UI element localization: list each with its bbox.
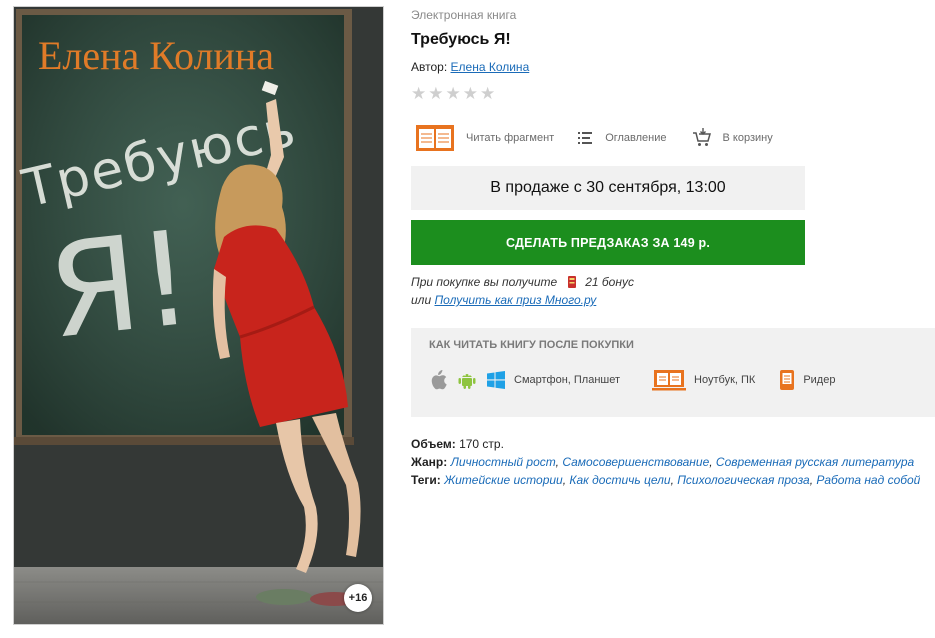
- genre-row: Жанр: Личностный рост, Самосовершенствов…: [411, 455, 915, 469]
- ereader-icon: [780, 370, 795, 390]
- cover-title-chalk-2: Я!: [41, 202, 199, 368]
- prize-or: или: [411, 293, 432, 307]
- tag-link[interactable]: Как достичь цели: [569, 473, 670, 487]
- open-book-icon: [416, 125, 454, 151]
- age-rating-badge: +16: [344, 584, 372, 612]
- genre-link[interactable]: Самосовершенствование: [562, 455, 709, 469]
- list-icon: [578, 132, 593, 144]
- star-icon[interactable]: ★: [480, 84, 495, 104]
- tag-link[interactable]: Работа над собой: [816, 473, 920, 487]
- author-link[interactable]: Елена Колина: [451, 60, 530, 74]
- device-laptop-label: Ноутбук, ПК: [694, 374, 756, 386]
- preorder-button[interactable]: СДЕЛАТЬ ПРЕДЗАКАЗ ЗА 149 р.: [411, 220, 805, 265]
- toc-button[interactable]: Оглавление: [578, 131, 667, 145]
- genre-label: Жанр:: [411, 455, 448, 469]
- page-title: Требуюсь Я!: [411, 31, 511, 48]
- how-to-read-panel: КАК ЧИТАТЬ КНИГУ ПОСЛЕ ПОКУПКИ Смартфон,…: [411, 328, 935, 417]
- device-laptop[interactable]: Ноутбук, ПК: [652, 369, 755, 391]
- book-meta: Объем: 170 стр. Жанр: Личностный рост, С…: [411, 435, 931, 489]
- bonus-amount: 21 бонус: [585, 275, 634, 289]
- tags-label: Теги:: [411, 473, 441, 487]
- tags-row: Теги: Житейские истории, Как достичь цел…: [411, 473, 921, 487]
- device-phone-label[interactable]: Смартфон, Планшет: [514, 374, 620, 386]
- star-icon[interactable]: ★: [428, 84, 443, 104]
- device-reader[interactable]: Ридер: [779, 369, 835, 391]
- genre-link[interactable]: Современная русская литература: [716, 455, 914, 469]
- add-to-cart-label: В корзину: [722, 132, 773, 144]
- apple-icon[interactable]: [429, 370, 447, 390]
- read-fragment-label: Читать фрагмент: [466, 132, 555, 144]
- volume-value: 170 стр.: [459, 437, 504, 451]
- book-cover[interactable]: Елена Колина Требуюсь Я! +16: [13, 6, 384, 625]
- windows-icon[interactable]: [487, 371, 505, 389]
- tag-link[interactable]: Житейские истории: [444, 473, 563, 487]
- how-to-read-title: КАК ЧИТАТЬ КНИГУ ПОСЛЕ ПОКУПКИ: [429, 339, 634, 351]
- star-icon[interactable]: ★: [411, 84, 426, 104]
- cover-author-text: Елена Колина: [38, 33, 274, 78]
- laptop-icon: [652, 370, 687, 391]
- availability-box: В продаже с 30 сентября, 13:00: [411, 166, 805, 210]
- device-list: Смартфон, Планшет Ноутбук, ПК Ридер: [429, 369, 835, 391]
- cover-illustration: Елена Колина Требуюсь Я!: [14, 7, 383, 624]
- bonus-book-icon: [568, 276, 577, 288]
- book-actions: Читать фрагмент Оглавление В корзину: [415, 124, 773, 152]
- prize-line: или Получить как приз Много.ру: [411, 293, 596, 307]
- genre-link[interactable]: Личностный рост: [451, 455, 556, 469]
- cart-icon: [692, 128, 711, 146]
- star-icon[interactable]: ★: [463, 84, 478, 104]
- bonus-line: При покупке вы получите 21 бонус: [411, 275, 634, 289]
- author-line: Автор: Елена Колина: [411, 60, 529, 74]
- star-icon[interactable]: ★: [446, 84, 461, 104]
- device-reader-label: Ридер: [803, 374, 836, 386]
- rating-stars[interactable]: ★ ★ ★ ★ ★: [411, 84, 495, 104]
- toc-label: Оглавление: [605, 132, 667, 144]
- volume-row: Объем: 170 стр.: [411, 435, 931, 453]
- add-to-cart-button[interactable]: В корзину: [692, 128, 773, 148]
- author-label: Автор:: [411, 60, 448, 74]
- read-fragment-button[interactable]: Читать фрагмент: [415, 124, 554, 152]
- android-icon[interactable]: [457, 370, 477, 390]
- book-type-label: Электронная книга: [411, 8, 517, 22]
- prize-link[interactable]: Получить как приз Много.ру: [434, 293, 596, 307]
- volume-label: Объем:: [411, 437, 456, 451]
- tag-link[interactable]: Психологическая проза: [677, 473, 809, 487]
- bonus-prefix: При покупке вы получите: [411, 275, 558, 289]
